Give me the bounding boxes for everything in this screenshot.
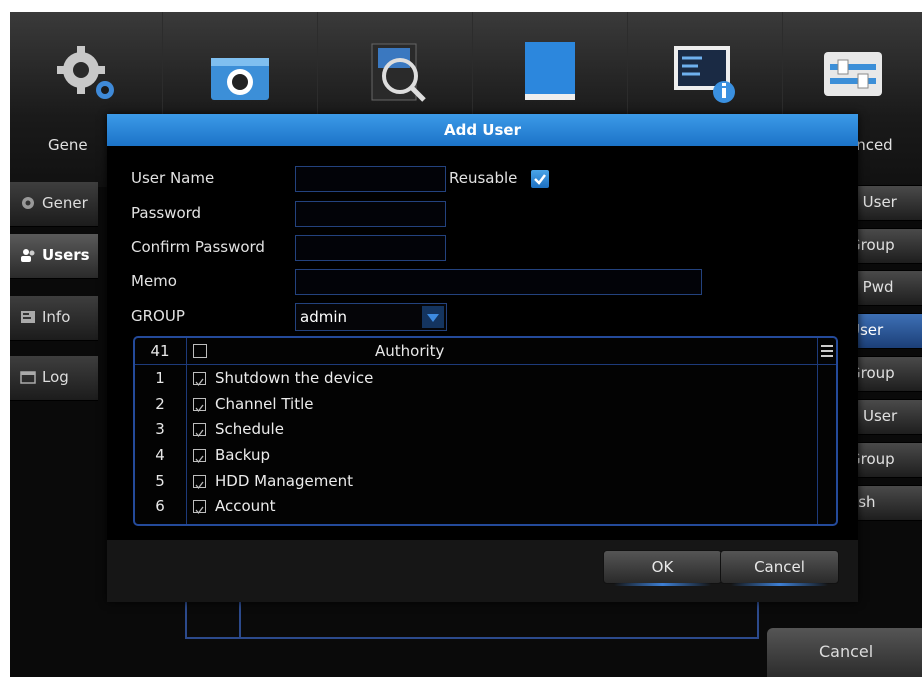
advanced-icon [823, 52, 882, 96]
storage-icon [525, 42, 575, 100]
group-label: GROUP [131, 307, 185, 325]
row-number: 3 [155, 420, 165, 438]
toolbar-general-label: Gene [48, 136, 88, 154]
group-select[interactable]: admin [295, 303, 447, 331]
row-label: Account [215, 497, 276, 515]
dialog-title: Add User [107, 114, 858, 146]
row-checkbox[interactable] [193, 449, 206, 464]
calendar-icon [20, 371, 36, 384]
confirm-password-input[interactable] [295, 235, 446, 261]
memo-input[interactable] [295, 269, 702, 295]
row-number: 4 [155, 446, 165, 464]
confirm-password-label: Confirm Password [131, 238, 265, 256]
select-all-checkbox[interactable] [193, 344, 207, 358]
row-label: Backup [215, 446, 270, 464]
camera-icon [211, 58, 269, 100]
side-item-log[interactable]: Log [10, 356, 98, 401]
row-label: Schedule [215, 420, 284, 438]
cancel-button[interactable]: Cancel [720, 550, 839, 586]
side-item-label: Log [42, 368, 69, 386]
group-select-value: admin [300, 308, 347, 326]
info-icon [21, 311, 35, 323]
authority-header-label: Authority [375, 342, 445, 360]
row-label: HDD Management [215, 472, 353, 490]
row-checkbox[interactable] [193, 372, 206, 387]
reusable-checkbox[interactable] [531, 170, 549, 188]
memo-label: Memo [131, 272, 177, 290]
authority-table: 41 Authority 1 Shutdown the device 2 Cha… [133, 336, 838, 526]
main-cancel-label: Cancel [819, 642, 874, 661]
menu-icon[interactable] [821, 344, 833, 358]
side-item-label: Info [42, 308, 71, 326]
user-name-label: User Name [131, 169, 215, 187]
side-item-info[interactable]: Info [10, 296, 98, 341]
side-item-users[interactable]: Users [10, 234, 98, 279]
reusable-label: Reusable [449, 169, 518, 187]
add-user-dialog: Add User User Name Reusable Password Con… [107, 114, 858, 602]
ok-button[interactable]: OK [603, 550, 722, 586]
search-video-icon [371, 43, 426, 102]
dialog-footer: OK Cancel [107, 540, 858, 602]
dvr-screen: Gene anced Gener Users Info Log y User G… [10, 12, 922, 677]
column-divider [817, 338, 818, 524]
row-checkbox[interactable] [193, 398, 206, 413]
row-checkbox[interactable] [193, 475, 206, 490]
checkmark-icon [534, 174, 546, 185]
users-icon [21, 249, 35, 262]
main-cancel-button[interactable]: Cancel [767, 628, 922, 677]
side-item-general[interactable]: Gener [10, 182, 98, 227]
authority-count: 41 [150, 342, 170, 360]
row-checkbox[interactable] [193, 500, 206, 515]
side-item-label: Users [42, 246, 90, 264]
side-item-label: Gener [42, 194, 88, 212]
column-divider [186, 338, 187, 524]
password-input[interactable] [295, 201, 446, 227]
password-label: Password [131, 204, 202, 222]
info-icon [674, 46, 735, 103]
row-label: Shutdown the device [215, 369, 374, 387]
row-number: 1 [155, 369, 165, 387]
user-name-input[interactable] [295, 166, 446, 192]
row-label: Channel Title [215, 395, 314, 413]
row-checkbox[interactable] [193, 423, 206, 438]
gear-icon [22, 197, 34, 209]
gear-icon [57, 46, 114, 99]
row-number: 5 [155, 472, 165, 490]
row-number: 6 [155, 497, 165, 515]
row-number: 2 [155, 395, 165, 413]
dropdown-arrow-icon[interactable] [422, 306, 444, 328]
authority-table-header: 41 Authority [135, 338, 836, 365]
